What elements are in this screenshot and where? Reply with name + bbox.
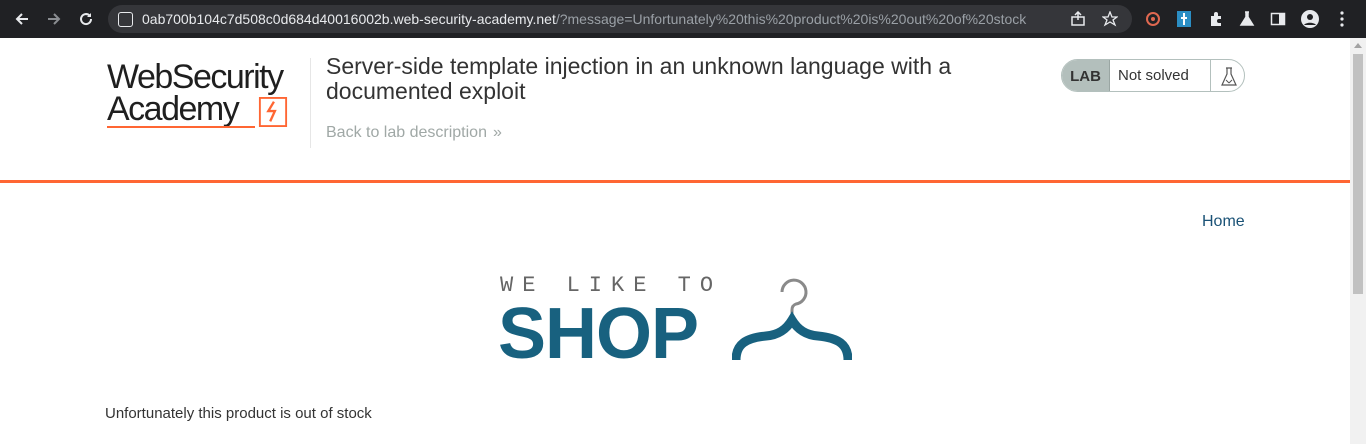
lightning-mark-icon [258,97,288,127]
shop-logo-word: SHOP [498,294,699,374]
url-text[interactable]: 0ab700b104c7d508c0d684d40016002b.web-sec… [142,11,1026,27]
extensions-puzzle-icon[interactable] [1206,9,1226,29]
page-scrollbar[interactable] [1350,38,1366,444]
back-link-label: Back to lab description [326,124,487,141]
profile-avatar-icon[interactable] [1300,9,1320,29]
web-security-academy-logo[interactable]: WebSecurity Academy [107,58,307,130]
logo-underline [107,126,255,128]
extension-red-icon[interactable] [1143,9,1163,29]
extension-figure-icon[interactable] [1174,9,1194,29]
back-arrow-icon[interactable] [10,8,34,30]
share-icon[interactable] [1070,10,1086,27]
address-bar[interactable]: 0ab700b104c7d508c0d684d40016002b.web-sec… [108,5,1132,33]
lab-status-text: Not solved [1118,67,1189,84]
scrollbar-thumb[interactable] [1353,54,1363,294]
double-chevron-icon: » [492,124,502,141]
status-message: Unfortunately this product is out of sto… [105,405,372,422]
lab-flask-icon [1210,60,1244,91]
reload-icon[interactable] [74,8,98,30]
menu-dots-icon[interactable] [1332,9,1352,29]
page-content: WebSecurity Academy Server-side template… [0,38,1350,444]
home-link[interactable]: Home [1202,213,1245,231]
side-panel-icon[interactable] [1268,9,1288,29]
header-separator [0,180,1350,183]
scroll-up-arrow-icon[interactable] [1354,43,1362,48]
url-path: /?message=Unfortunately%20this%20product… [555,11,1027,27]
we-like-to-shop-logo: WE LIKE TO SHOP [498,270,858,374]
back-to-lab-description-link[interactable]: Back to lab description » [326,124,502,142]
flask-icon[interactable] [1237,9,1257,29]
forward-arrow-icon[interactable] [42,8,66,30]
lab-label: LAB [1062,60,1110,91]
hanger-icon [732,278,852,361]
logo-line-2: Academy [107,90,240,128]
bookmark-star-icon[interactable] [1101,10,1119,27]
lab-title: Server-side template injection in an unk… [326,53,952,104]
lab-status-badge: LAB Not solved [1061,59,1245,92]
header-divider [310,58,311,148]
browser-toolbar: 0ab700b104c7d508c0d684d40016002b.web-sec… [0,0,1366,38]
site-info-icon[interactable] [118,12,133,27]
url-host: 0ab700b104c7d508c0d684d40016002b.web-sec… [142,11,556,27]
